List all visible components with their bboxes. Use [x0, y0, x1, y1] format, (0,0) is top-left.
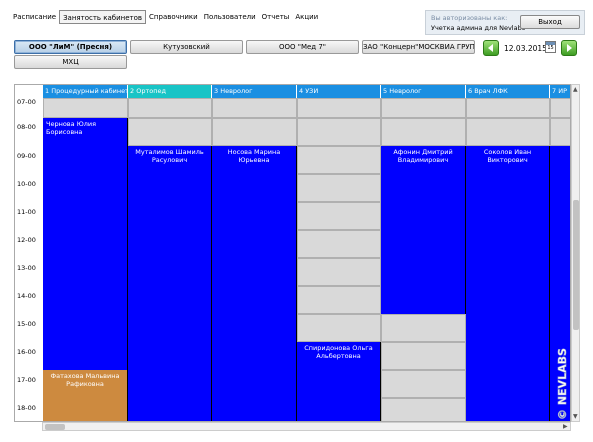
free-slot[interactable] — [381, 398, 466, 421]
free-slot[interactable] — [381, 370, 466, 398]
free-slot[interactable] — [381, 98, 466, 118]
free-slot[interactable] — [466, 98, 550, 118]
branch-button-kutuzovsky[interactable]: Кутузовский — [130, 40, 243, 54]
free-slot[interactable] — [297, 314, 381, 342]
free-slot[interactable] — [297, 202, 381, 230]
free-slot[interactable] — [381, 342, 466, 370]
menu-directories[interactable]: Справочники — [146, 10, 201, 24]
free-slot[interactable] — [550, 118, 570, 146]
menu-room-occupancy[interactable]: Занятость кабинетов — [59, 10, 147, 24]
next-day-button[interactable] — [561, 40, 577, 56]
appointment-block[interactable]: Спиридонова Ольга Альбертовна — [297, 342, 381, 421]
menu-reports[interactable]: Отчеты — [259, 10, 293, 24]
time-label: 18-00 — [17, 404, 36, 412]
menu-schedule[interactable]: Расписание — [10, 10, 59, 24]
auth-caption: Вы авторизованы как: — [431, 14, 508, 22]
schedule-body: Чернова Юлия Борисовна Фатахова Мальвина… — [43, 98, 570, 421]
schedule-grid: 07-00 08-00 09-00 10-00 11-00 12-00 13-0… — [14, 84, 571, 422]
time-label: 09-00 — [17, 152, 36, 160]
column-headers: 1 Процедурный кабинет 2 Ортопед 3 Неврол… — [43, 85, 570, 98]
free-slot[interactable] — [297, 118, 381, 146]
time-label: 10-00 — [17, 180, 36, 188]
current-date: 12.03.2015 — [504, 44, 547, 53]
appointment-block[interactable]: Муталимов Шамиль Расулович — [128, 146, 212, 421]
free-slot[interactable] — [212, 98, 297, 118]
column-header[interactable]: 2 Ортопед — [128, 85, 212, 98]
free-slot[interactable] — [297, 286, 381, 314]
scroll-up-icon[interactable]: ▲ — [573, 86, 578, 93]
appointment-block[interactable]: Чернова Юлия Борисовна — [43, 118, 128, 370]
free-slot[interactable] — [297, 146, 381, 174]
free-slot[interactable] — [43, 98, 128, 118]
free-slot[interactable] — [381, 314, 466, 342]
time-label: 12-00 — [17, 236, 36, 244]
horizontal-scroll-thumb[interactable] — [45, 424, 65, 430]
column-header[interactable]: 1 Процедурный кабинет — [43, 85, 128, 98]
vertical-scrollbar[interactable]: ▲ ▼ — [571, 84, 580, 422]
free-slot[interactable] — [297, 230, 381, 258]
time-label: 17-00 — [17, 376, 36, 384]
auth-username: Учетка админа для Nevlabs — [431, 24, 526, 32]
logout-button[interactable]: Выход — [520, 15, 580, 29]
time-label: 16-00 — [17, 348, 36, 356]
nevlabs-watermark: © NEVLABS — [556, 348, 570, 421]
branch-button-presnya[interactable]: ООО "ЛиМ" (Пресня) — [14, 40, 127, 54]
appointment-block[interactable]: Соколов Иван Викторович — [466, 146, 550, 421]
time-label: 11-00 — [17, 208, 36, 216]
branch-button-med7[interactable]: ООО "Мед 7" — [246, 40, 359, 54]
time-label: 13-00 — [17, 264, 36, 272]
scroll-down-icon[interactable]: ▼ — [573, 413, 578, 420]
time-label: 14-00 — [17, 292, 36, 300]
horizontal-scrollbar[interactable]: ▶ — [42, 422, 571, 431]
main-menu: Расписание Занятость кабинетов Справочни… — [10, 10, 321, 24]
free-slot[interactable] — [466, 118, 550, 146]
free-slot[interactable] — [212, 118, 297, 146]
calendar-icon[interactable]: 15 — [545, 41, 556, 53]
menu-promotions[interactable]: Акции — [292, 10, 321, 24]
vertical-scroll-thumb[interactable] — [573, 200, 579, 330]
free-slot[interactable] — [297, 174, 381, 202]
column-header[interactable]: 7 ИР — [550, 85, 570, 98]
free-slot[interactable] — [550, 98, 570, 118]
appointment-block[interactable]: Носова Марина Юрьевна — [212, 146, 297, 421]
time-label: 15-00 — [17, 320, 36, 328]
app-window: Расписание Занятость кабинетов Справочни… — [0, 0, 593, 442]
time-column: 07-00 08-00 09-00 10-00 11-00 12-00 13-0… — [15, 85, 43, 421]
scroll-right-icon[interactable]: ▶ — [563, 423, 568, 430]
branch-button-mhc[interactable]: МХЦ — [14, 55, 127, 69]
column-header[interactable]: 3 Невролог — [212, 85, 297, 98]
menu-users[interactable]: Пользователи — [201, 10, 259, 24]
appointment-block[interactable]: Афонин Дмитрий Владимирович — [381, 146, 466, 314]
column-header[interactable]: 4 УЗИ — [297, 85, 381, 98]
free-slot[interactable] — [297, 258, 381, 286]
prev-day-button[interactable] — [483, 40, 499, 56]
svg-text:© NEVLABS: © NEVLABS — [556, 348, 569, 420]
prev-arrow-icon — [488, 44, 493, 52]
free-slot[interactable] — [128, 118, 212, 146]
appointment-block[interactable]: Фатахова Мальвина Рафиковна — [43, 370, 128, 421]
auth-panel: Вы авторизованы как: Учетка админа для N… — [425, 10, 585, 35]
time-label: 07-00 — [17, 98, 36, 106]
free-slot[interactable] — [381, 118, 466, 146]
free-slot[interactable] — [297, 98, 381, 118]
time-label: 08-00 — [17, 123, 36, 131]
branch-button-mosquia[interactable]: ЗАО "Концерн"МОСКВИА ГРУПП"" — [362, 40, 475, 54]
column-header[interactable]: 6 Врач ЛФК — [466, 85, 550, 98]
next-arrow-icon — [567, 44, 572, 52]
free-slot[interactable] — [128, 98, 212, 118]
column-header[interactable]: 5 Невролог — [381, 85, 466, 98]
